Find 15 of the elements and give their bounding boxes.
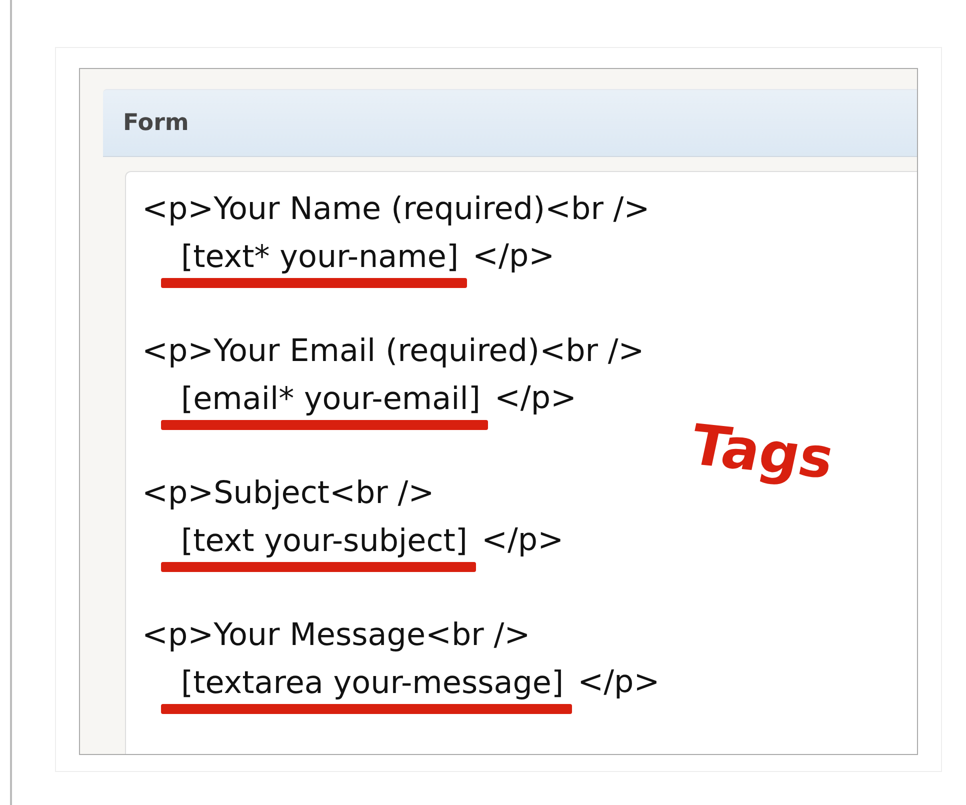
code-line: </p> bbox=[494, 379, 577, 418]
code-line: <p>Your Email (required)<br /> bbox=[142, 332, 644, 371]
annotation-label: Tags bbox=[684, 413, 840, 492]
code-line: <p>Your Name (required)<br /> bbox=[142, 190, 650, 229]
code-line: <p>Your Message<br /> bbox=[142, 616, 530, 655]
code-editor[interactable] bbox=[125, 171, 917, 754]
form-tag: [textarea your-message] bbox=[181, 665, 564, 701]
code-line: <p>Subject<br /> bbox=[142, 474, 434, 513]
form-tag: [text* your-name] bbox=[181, 239, 459, 275]
code-line: </p> bbox=[578, 663, 660, 702]
code-line: </p> bbox=[482, 521, 564, 560]
form-tag: [text your-subject] bbox=[181, 523, 468, 559]
code-line: </p> bbox=[472, 237, 555, 276]
form-tag: [email* your-email] bbox=[181, 381, 480, 417]
panel-title: Form bbox=[103, 89, 917, 157]
